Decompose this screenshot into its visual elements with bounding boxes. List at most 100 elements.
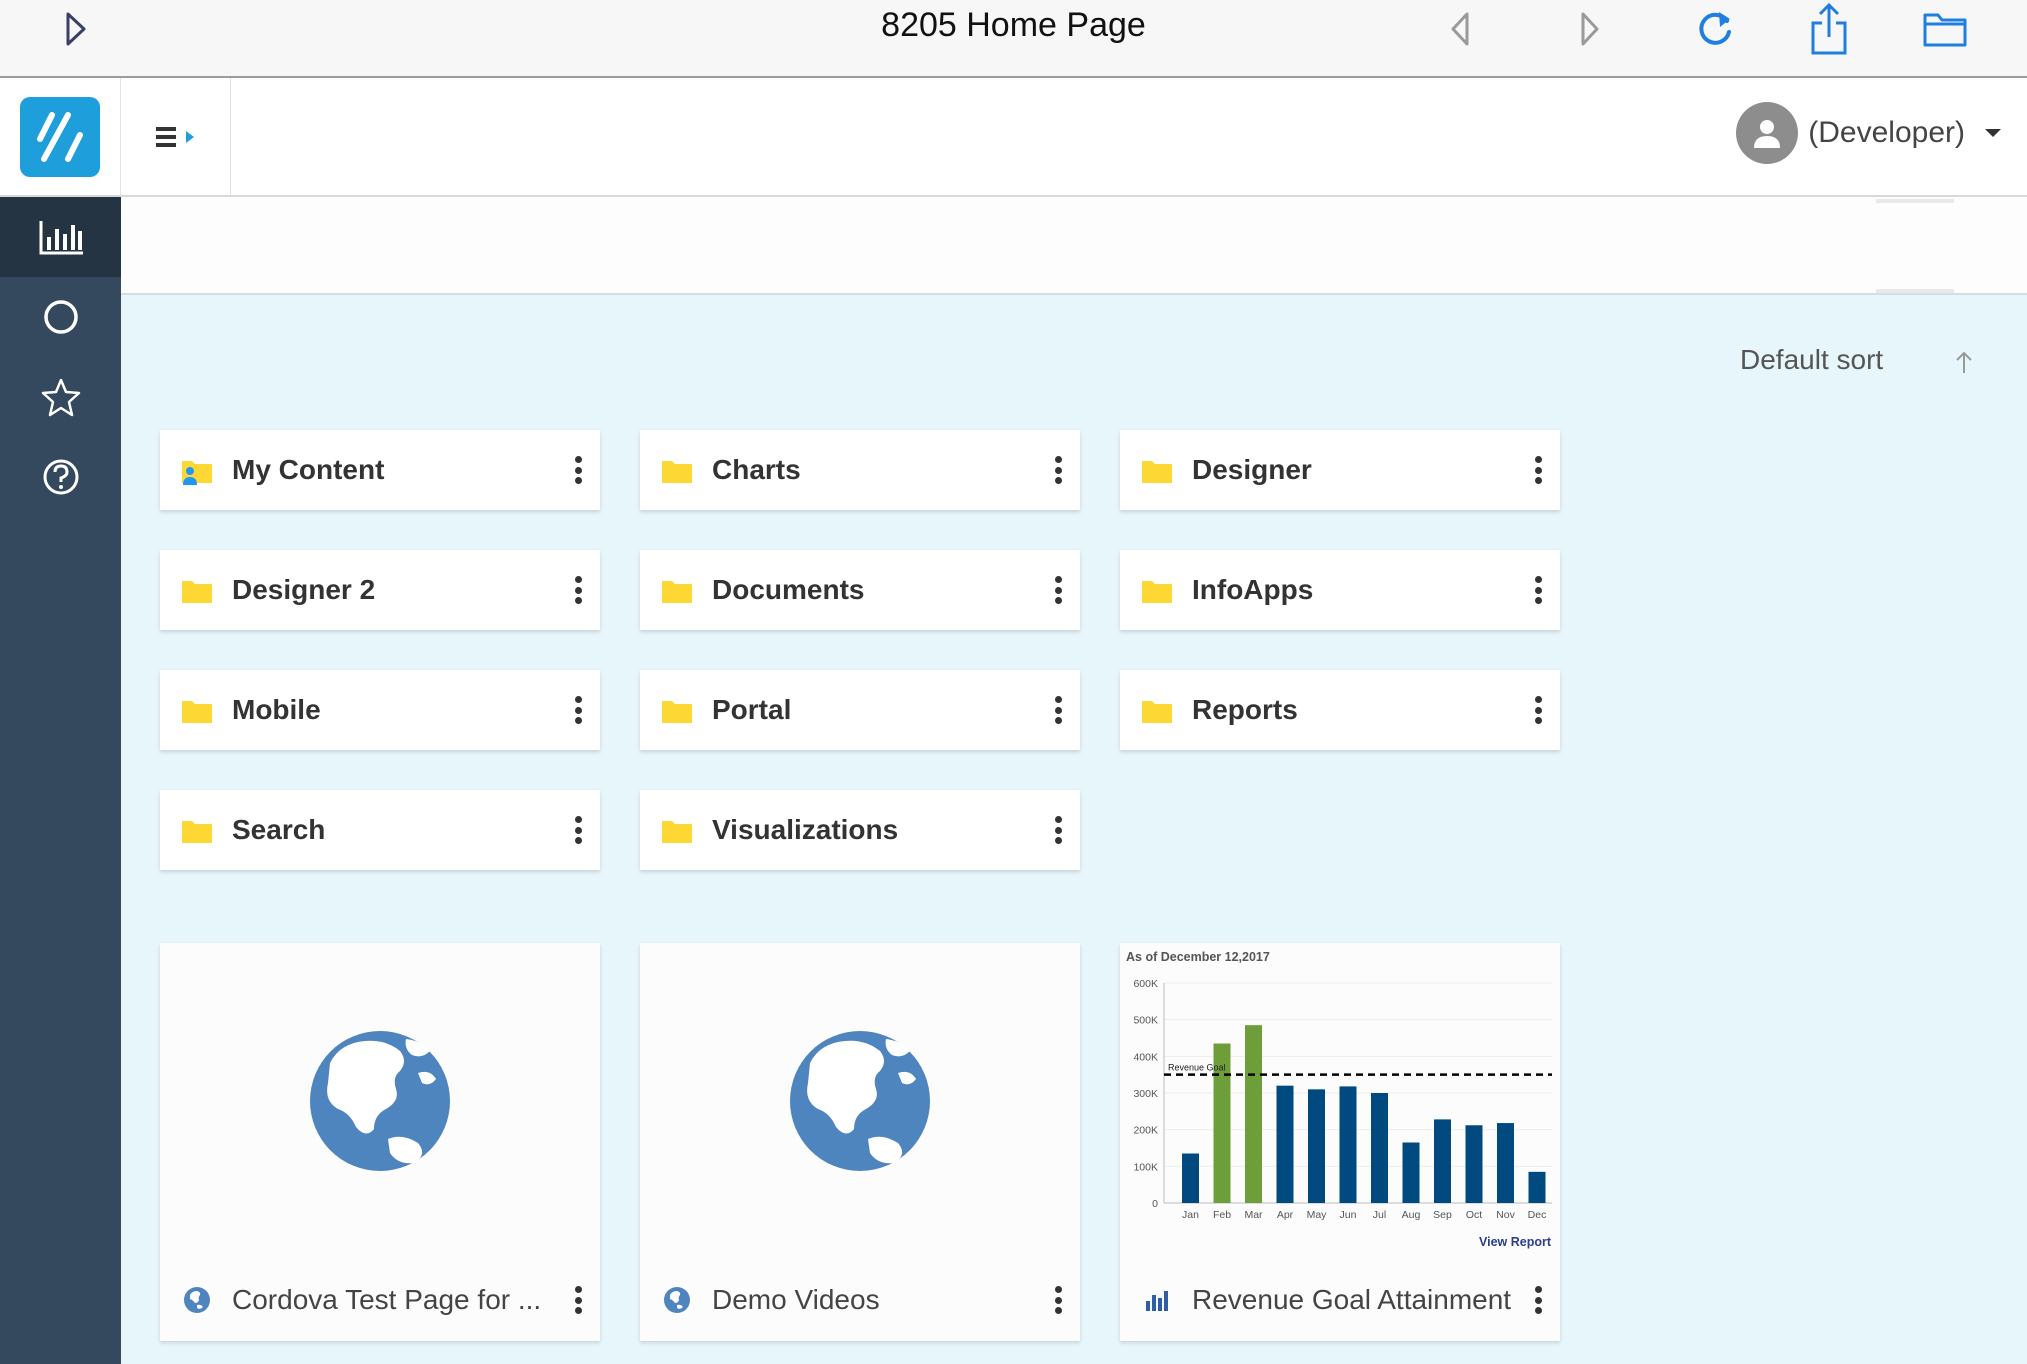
avatar <box>1736 102 1799 164</box>
revenue-chart: 0 100K 200K 300K 400K 500K 600K Jan Feb Mar Apr May… <box>1133 978 1552 1221</box>
sidebar-toggle-icon[interactable] <box>56 0 96 58</box>
share-icon[interactable] <box>1804 0 1854 58</box>
sort-direction-button[interactable] <box>1953 350 1975 381</box>
bar-chart-icon <box>1146 1291 1168 1311</box>
card-thumbnail <box>640 943 1080 1259</box>
y-tick-label: 400K <box>1133 1051 1158 1063</box>
x-tick-label: Dec <box>1528 1209 1547 1221</box>
x-tick-label: May <box>1307 1209 1328 1221</box>
x-tick-label: Mar <box>1244 1209 1263 1221</box>
globe-icon <box>664 1287 690 1313</box>
y-tick-label: 300K <box>1133 1088 1158 1100</box>
folder-icon <box>660 577 692 603</box>
more-options-button[interactable] <box>1528 450 1548 490</box>
folder-icon <box>180 577 212 603</box>
nav-item-recent[interactable] <box>0 277 121 357</box>
x-tick-label: Jun <box>1340 1209 1357 1221</box>
card-footer: Demo Videos <box>640 1259 1080 1341</box>
y-tick-label: 0 <box>1152 1198 1158 1210</box>
more-options-button[interactable] <box>1048 450 1068 490</box>
globe-icon <box>790 1031 930 1171</box>
refresh-icon[interactable] <box>1690 0 1740 58</box>
chart-thumbnail: As of December 12,2017 0 100K 200K 300K 400K… <box>1120 943 1560 1259</box>
more-options-button[interactable] <box>1528 570 1548 610</box>
chart-bar <box>1245 1025 1262 1203</box>
folder-label: Visualizations <box>712 814 899 845</box>
folder-icon[interactable] <box>1920 0 1970 58</box>
globe-icon <box>310 1031 450 1171</box>
card-footer: Cordova Test Page for ... <box>160 1259 600 1341</box>
more-options-button[interactable] <box>1048 1280 1068 1320</box>
bar-chart-icon <box>39 221 83 255</box>
content-card[interactable]: Demo Videos <box>640 943 1080 1341</box>
more-options-button[interactable] <box>568 450 588 490</box>
nav-item-dashboard[interactable] <box>0 197 121 277</box>
sort-dropdown[interactable]: Default sort <box>1740 344 1883 376</box>
user-folder-icon <box>180 457 212 485</box>
chart-bar <box>1308 1089 1325 1203</box>
folder-tile[interactable]: Visualizations <box>640 790 1080 870</box>
chart-bar <box>1528 1171 1546 1203</box>
folder-tile[interactable]: My Content <box>160 430 600 510</box>
band-marker <box>1876 199 1954 203</box>
user-menu[interactable]: (Developer) <box>1736 102 2003 164</box>
hamburger-menu-button[interactable] <box>121 78 231 195</box>
top-bar: 8205 Home Page <box>0 0 2027 78</box>
more-options-button[interactable] <box>1048 810 1068 850</box>
x-tick-label: Feb <box>1213 1209 1231 1221</box>
star-icon <box>41 378 80 417</box>
x-tick-label: Apr <box>1277 1209 1294 1221</box>
more-options-button[interactable] <box>568 810 588 850</box>
chart-bar <box>1434 1119 1451 1203</box>
back-icon[interactable] <box>1440 0 1480 58</box>
y-tick-label: 500K <box>1133 1015 1158 1027</box>
content-card[interactable]: As of December 12,2017 0 100K 200K 300K 400K… <box>1120 943 1560 1341</box>
more-options-button[interactable] <box>568 690 588 730</box>
more-options-button[interactable] <box>1528 1280 1548 1320</box>
folder-label: Documents <box>712 574 865 605</box>
band-marker <box>1876 289 1954 293</box>
y-tick-label: 600K <box>1133 978 1158 990</box>
chart-bar <box>1465 1125 1483 1203</box>
more-options-button[interactable] <box>1048 570 1068 610</box>
logo-cell <box>0 78 121 195</box>
app-logo[interactable] <box>20 96 100 177</box>
more-options-button[interactable] <box>1048 690 1068 730</box>
forward-icon[interactable] <box>1570 0 1610 58</box>
chart-bar <box>1402 1142 1420 1203</box>
view-report-link[interactable]: View Report <box>1479 1235 1551 1249</box>
chart-bar <box>1276 1085 1294 1203</box>
folder-tile[interactable]: Reports <box>1120 670 1560 750</box>
folder-tile[interactable]: Charts <box>640 430 1080 510</box>
folder-tile[interactable]: Designer <box>1120 430 1560 510</box>
x-tick-label: Oct <box>1466 1209 1482 1221</box>
help-icon <box>43 459 78 495</box>
folder-label: Designer 2 <box>232 574 376 605</box>
circle-icon <box>43 300 78 334</box>
card-label: Demo Videos <box>712 1284 880 1315</box>
more-options-button[interactable] <box>1528 690 1548 730</box>
folder-label: Mobile <box>232 694 321 725</box>
y-tick-label: 100K <box>1133 1161 1158 1173</box>
folder-tile[interactable]: InfoApps <box>1120 550 1560 630</box>
globe-icon <box>184 1287 210 1313</box>
x-tick-label: Jul <box>1373 1209 1386 1221</box>
folder-label: Charts <box>712 454 801 485</box>
folder-tile[interactable]: Documents <box>640 550 1080 630</box>
folder-tile[interactable]: Mobile <box>160 670 600 750</box>
folder-tile[interactable]: Designer 2 <box>160 550 600 630</box>
nav-item-help[interactable] <box>0 437 121 517</box>
folder-label: Search <box>232 814 326 845</box>
arrow-up-icon <box>1956 351 1972 373</box>
folder-icon <box>1140 457 1172 483</box>
more-options-button[interactable] <box>568 1280 588 1320</box>
folder-tile[interactable]: Search <box>160 790 600 870</box>
folder-label: Designer <box>1192 454 1312 485</box>
folder-tile[interactable]: Portal <box>640 670 1080 750</box>
nav-item-favorites[interactable] <box>0 357 121 437</box>
content-card[interactable]: Cordova Test Page for ... <box>160 943 600 1341</box>
chart-bar <box>1497 1123 1514 1203</box>
folder-icon <box>1140 697 1172 723</box>
breadcrumb-band <box>121 197 2027 295</box>
more-options-button[interactable] <box>568 570 588 610</box>
